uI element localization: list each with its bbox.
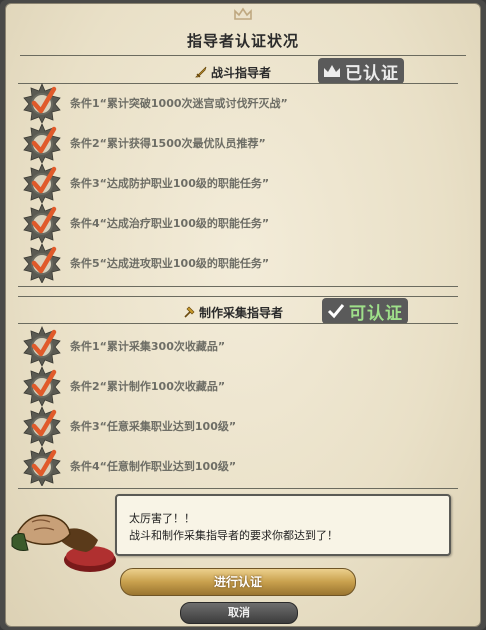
combat-condition-row: 条件4“达成治疗职业100级的职能任务” xyxy=(22,203,452,243)
title-divider xyxy=(20,55,466,56)
checked-emblem-icon xyxy=(23,163,61,203)
crafting-status-badge: 可认证 xyxy=(322,298,408,324)
crafting-section-title: 制作采集指导者 xyxy=(199,306,284,320)
combat-condition-row: 条件3“达成防护职业100级的职能任务” xyxy=(22,163,452,203)
crafting-condition-row: 条件3“任意采集职业达到100级” xyxy=(22,406,452,446)
section-divider xyxy=(18,488,458,489)
message-bubble: 太厉害了！！ 战斗和制作采集指导者的要求你都达到了！ xyxy=(115,494,451,556)
crown-icon xyxy=(324,65,340,77)
condition-label: 条件1“累计突破1000次迷宫或讨伐歼灭战” xyxy=(70,97,288,110)
crown-crest-icon xyxy=(234,7,252,20)
combat-section-title: 战斗指导者 xyxy=(211,66,272,80)
combat-status-text: 已认证 xyxy=(345,63,399,84)
checked-emblem-icon xyxy=(23,243,61,283)
checked-emblem-icon xyxy=(23,83,61,123)
combat-section-header: 战斗指导者 已认证 xyxy=(18,58,458,84)
checked-emblem-icon xyxy=(23,446,61,486)
message-line-1: 太厉害了！！ xyxy=(129,512,195,525)
checked-emblem-icon xyxy=(23,366,61,406)
condition-label: 条件3“达成防护职业100级的职能任务” xyxy=(70,177,270,190)
hammer-pickaxe-icon xyxy=(184,306,195,318)
crafting-condition-row: 条件1“累计采集300次收藏品” xyxy=(22,326,452,366)
checked-emblem-icon xyxy=(23,406,61,446)
condition-label: 条件3“任意采集职业达到100级” xyxy=(70,420,237,433)
cancel-button[interactable]: 取消 xyxy=(180,602,298,624)
crafting-condition-row: 条件2“累计制作100次收藏品” xyxy=(22,366,452,406)
condition-label: 条件4“任意制作职业达到100级” xyxy=(70,460,237,473)
checked-emblem-icon xyxy=(23,326,61,366)
checked-emblem-icon xyxy=(23,123,61,163)
sword-icon xyxy=(195,66,207,78)
stamp-illustration xyxy=(11,514,116,572)
confirm-certification-button[interactable]: 进行认证 xyxy=(120,568,356,596)
condition-label: 条件4“达成治疗职业100级的职能任务” xyxy=(70,217,270,230)
combat-status-badge: 已认证 xyxy=(318,58,404,84)
condition-label: 条件2“累计制作100次收藏品” xyxy=(70,380,226,393)
crafting-status-text: 可认证 xyxy=(349,303,403,324)
dialog-title: 指导者认证状况 xyxy=(186,32,299,50)
checkmark-icon xyxy=(327,304,345,319)
combat-condition-row: 条件1“累计突破1000次迷宫或讨伐歼灭战” xyxy=(22,83,452,123)
condition-label: 条件1“累计采集300次收藏品” xyxy=(70,340,226,353)
combat-condition-row: 条件2“累计获得1500次最优队员推荐” xyxy=(22,123,452,163)
section-divider xyxy=(18,286,458,287)
crafting-section-header: 制作采集指导者 可认证 xyxy=(18,296,458,324)
crafting-condition-row: 条件4“任意制作职业达到100级” xyxy=(22,446,452,486)
combat-condition-row: 条件5“达成进攻职业100级的职能任务” xyxy=(22,243,452,283)
message-line-2: 战斗和制作采集指导者的要求你都达到了！ xyxy=(129,529,338,542)
condition-label: 条件2“累计获得1500次最优队员推荐” xyxy=(70,137,266,150)
condition-label: 条件5“达成进攻职业100级的职能任务” xyxy=(70,257,270,270)
checked-emblem-icon xyxy=(23,203,61,243)
